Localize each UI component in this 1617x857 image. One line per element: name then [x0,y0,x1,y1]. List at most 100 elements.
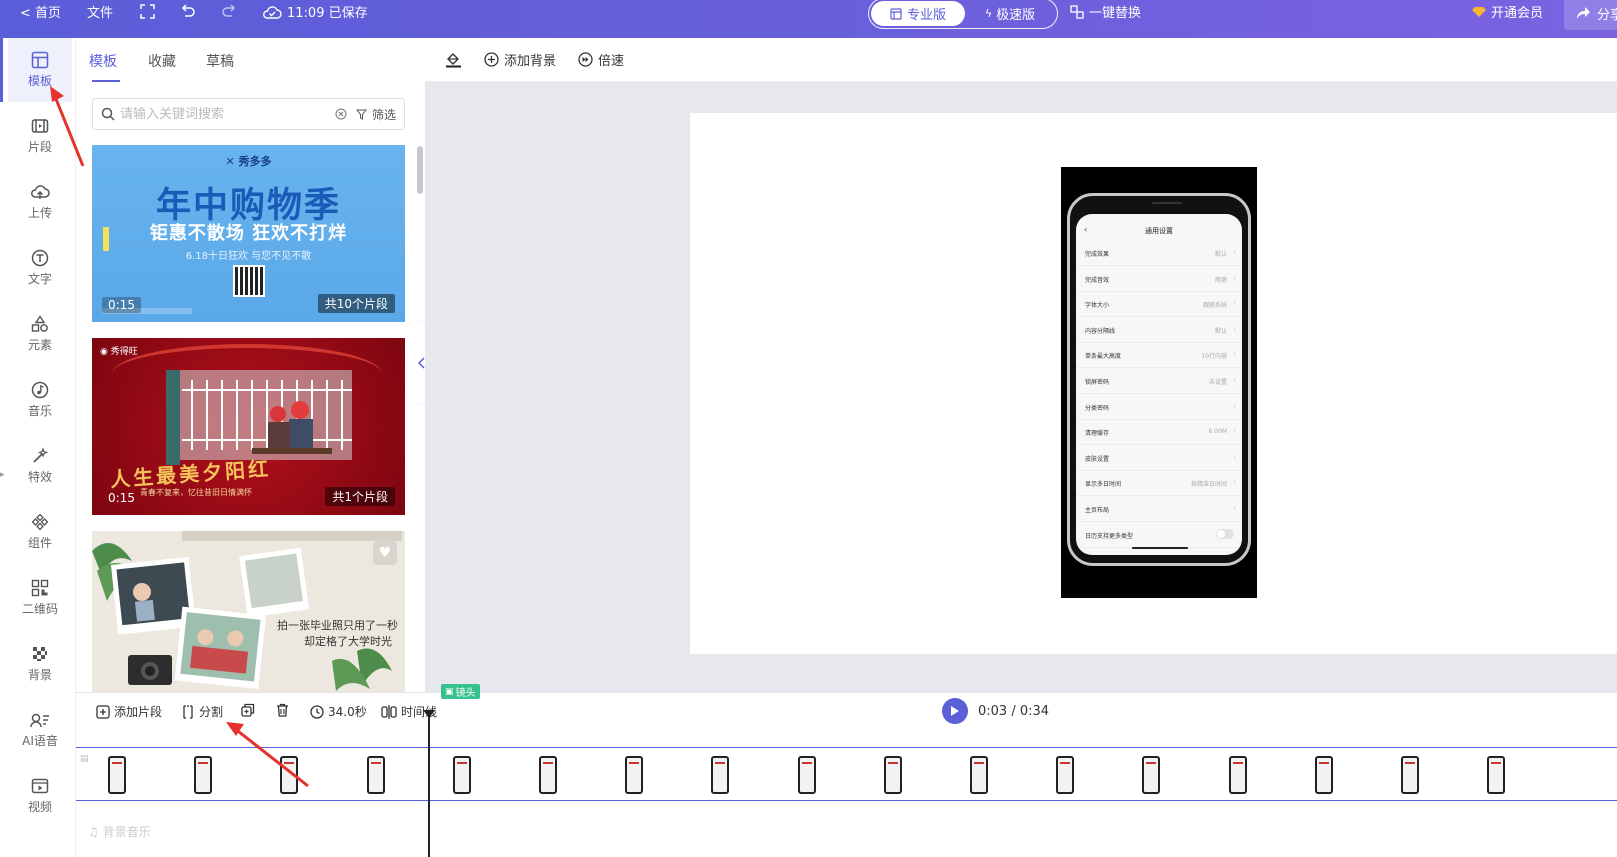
rail-item-ai-voice[interactable]: AI语音 [8,698,72,762]
split-button[interactable]: 分割 [181,703,223,720]
clip-thumbnail[interactable] [970,756,988,794]
settings-row: 皮肤设置 › [1076,445,1242,471]
clip-track[interactable]: ▤ [76,747,1617,801]
rail-item-upload[interactable]: 上传 [8,170,72,234]
rail-item-template[interactable]: 模板 [0,38,72,102]
add-background-button[interactable]: 添加背景 [484,50,556,69]
settings-row: 清理缓存 6.00M › [1076,419,1242,446]
playhead[interactable] [428,713,430,857]
chevron-right-icon: › [1233,478,1236,487]
clip-thumbnail[interactable] [452,756,471,794]
home-link[interactable]: < 首页 [20,0,61,23]
rail-item-video[interactable]: 视频 [8,764,72,828]
redo-icon[interactable] [221,0,237,23]
chevron-right-icon: › [1233,376,1236,384]
video-icon [31,778,49,794]
rail-label-text: 文字 [27,272,52,286]
save-status-label: 11:09 已保存 [287,6,368,21]
rail-item-elements[interactable]: 元素 [8,302,72,366]
pro-version-button[interactable]: 专业版 [871,1,965,26]
settings-key: 完成音效 [1085,276,1110,284]
share-button[interactable]: 分享 [1564,0,1617,30]
search-input[interactable] [120,106,330,122]
favorite-heart-icon[interactable]: ♥ [373,541,397,565]
clip-thumbnail[interactable] [1142,756,1161,794]
clip-thumbnail[interactable] [1228,756,1247,794]
total-time: 0:34 [1019,704,1050,719]
camera-icon: ▣ [445,686,454,697]
fast-version-button[interactable]: ϟ 极速版 [965,4,1055,23]
duplicate-icon[interactable] [241,703,255,717]
speed-label: 倍速 [598,54,625,69]
tab-templates[interactable]: 模板 [89,51,117,71]
share-label: 分享 [1597,7,1617,23]
phone-mockup[interactable]: ‹ 通用设置 完成效果 默认 › 完成音效 雨滴 › 字体大小 跟随系统 › 内容分隔线 默认 › 单条… [1061,167,1257,598]
shot-tag[interactable]: ▣ 镜头 [441,684,480,699]
clip-thumbnail[interactable] [194,756,213,794]
fill-color-button[interactable] [445,51,462,68]
rail-item-components[interactable]: 组件 [8,500,72,564]
settings-key: 皮肤设置 [1085,455,1110,463]
clip-thumbnail[interactable] [625,756,644,794]
settings-row: 锁屏密码 未设置 › [1076,368,1242,394]
rail-item-qrcode[interactable]: 二维码 [8,566,72,630]
clip-thumbnail[interactable] [797,756,816,794]
rail-label-elements: 元素 [27,338,52,352]
rail-item-effects[interactable]: 特效 [8,434,72,498]
settings-row: 单条最大高度 10行内容 › [1076,342,1242,369]
rail-item-clip[interactable]: 片段 [8,104,72,168]
one-click-replace-label: 一键替换 [1089,6,1142,21]
panel-scrollbar[interactable] [417,146,423,194]
clip-thumbnail[interactable] [366,756,385,794]
shot-tag-label: 镜头 [455,688,476,699]
timeline-panel: 添加片段 分割 34.0秒 时间线 ▣ 镜头 0:03 / 0:34 ▤ ♫ 背… [76,684,1617,857]
template-card[interactable]: ◉ 秀得旺 人生最美夕阳红 青春不复来，忆往昔旧日情满怀 0:15 共1个片段 [92,338,405,515]
clip-thumbnail[interactable] [1487,756,1506,794]
undo-icon[interactable] [180,0,196,23]
rail-item-text[interactable]: 文字 [8,236,72,300]
template-card[interactable]: 拍一张毕业照只用了一秒 却定格了大学时光 ♥ [92,531,405,692]
clip-thumbnail[interactable] [1401,756,1419,794]
add-background-label: 添加背景 [504,54,557,69]
clip-thumbnail[interactable] [711,756,730,794]
add-clip-button[interactable]: 添加片段 [96,703,162,720]
settings-row: 分类密码 › [1076,394,1242,420]
template-search: 筛选 [92,98,405,130]
duration-control[interactable]: 34.0秒 [310,703,367,720]
settings-row: 完成音效 雨滴 › [1076,266,1242,292]
tab-drafts[interactable]: 草稿 [206,51,234,71]
fullscreen-icon[interactable] [140,0,155,23]
file-menu[interactable]: 文件 [87,0,113,23]
play-button[interactable] [942,698,968,724]
vip-button[interactable]: 开通会员 [1472,0,1543,23]
template-icon [31,51,49,69]
speed-button[interactable]: 倍速 [578,50,624,69]
settings-key: 日历支持更多类型 [1085,532,1134,540]
rail-label-video: 视频 [27,800,52,814]
settings-row: 主页布局 › [1076,496,1242,522]
tab-favorites[interactable]: 收藏 [148,51,176,71]
toggle-switch [1216,528,1234,539]
filter-button[interactable]: 筛选 [372,106,396,123]
settings-row: 日历支持更多类型 [1076,522,1242,548]
audio-track[interactable]: ♫ 背景音乐 [88,823,151,840]
canvas-paper[interactable]: ‹ 通用设置 完成效果 默认 › 完成音效 雨滴 › 字体大小 跟随系统 › 内容分隔线 默认 › 单条… [690,113,1617,654]
add-clip-label: 添加片段 [114,705,163,719]
clip-thumbnail[interactable] [280,756,299,794]
delete-icon[interactable] [276,703,289,717]
screen-title: 通用设置 [1145,227,1173,235]
card-note: 青春不复来，忆往昔旧日情满怀 [140,488,252,497]
clip-thumbnail[interactable] [1314,756,1333,794]
template-card[interactable]: ✕ 秀多多 年中购物季 钜惠不散场 狂欢不打烊 6.18十日狂欢 与您不见不散 … [92,145,405,322]
settings-key: 显示多日时间 [1085,481,1122,489]
top-bar: < 首页 文件 11:09 已保存 专业版 ϟ 极速版 一键替换 开通会员 分享 [0,0,1617,38]
clip-thumbnail[interactable] [1056,756,1075,794]
clip-thumbnail[interactable] [108,756,126,794]
clip-thumbnail[interactable] [539,756,557,794]
rail-item-background[interactable]: 背景 [8,632,72,696]
one-click-replace-button[interactable]: 一键替换 [1070,0,1141,23]
clip-thumbnail[interactable] [883,756,902,794]
rail-item-music[interactable]: 音乐 [8,368,72,432]
chevron-right-icon: › [1233,324,1236,333]
chevron-right-icon: › [1233,504,1236,512]
